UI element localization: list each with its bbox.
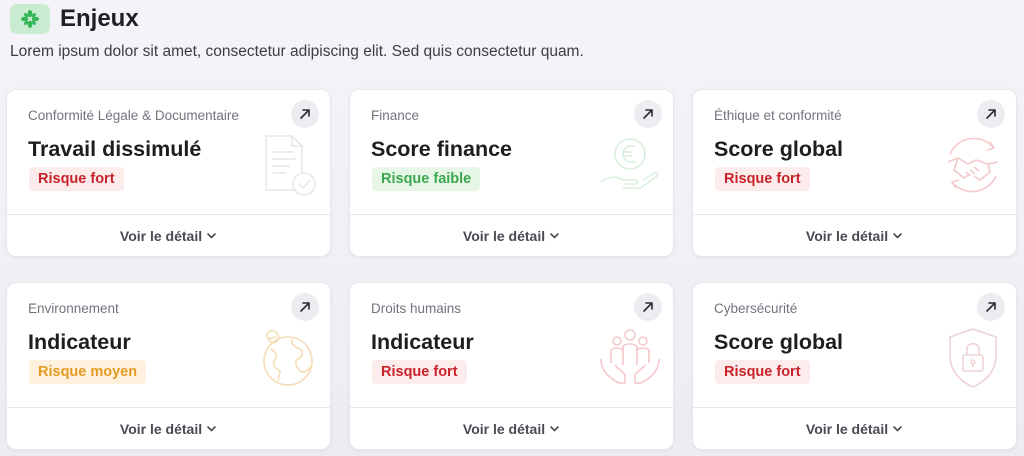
view-detail-button[interactable]: Voir le détail bbox=[350, 214, 673, 256]
page-title: Enjeux bbox=[60, 5, 139, 32]
people-hands-icon bbox=[600, 329, 660, 384]
chevron-down-icon bbox=[892, 230, 903, 241]
open-arrow-icon[interactable] bbox=[977, 293, 1005, 321]
risk-card-environnement[interactable]: Environnement Indicateur Risque moyen Vo… bbox=[6, 282, 331, 450]
card-title: Score global bbox=[714, 137, 844, 161]
chevron-down-icon bbox=[549, 230, 560, 241]
open-arrow-icon[interactable] bbox=[634, 100, 662, 128]
card-category: Finance bbox=[371, 108, 420, 123]
risk-badge: Risque fort bbox=[715, 167, 810, 191]
view-detail-label: Voir le détail bbox=[805, 227, 889, 244]
view-detail-label: Voir le détail bbox=[805, 420, 889, 437]
open-arrow-icon[interactable] bbox=[291, 100, 319, 128]
handshake-icon bbox=[947, 137, 999, 193]
view-detail-button[interactable]: Voir le détail bbox=[693, 407, 1016, 449]
risk-badge: Risque fort bbox=[715, 360, 810, 384]
open-arrow-icon[interactable] bbox=[291, 293, 319, 321]
card-title: Indicateur bbox=[28, 330, 131, 354]
risk-badge: Risque faible bbox=[372, 167, 481, 191]
view-detail-label: Voir le détail bbox=[462, 227, 546, 244]
view-detail-label: Voir le détail bbox=[119, 227, 203, 244]
risk-card-ethique-score-global[interactable]: Éthique et conformité Score global Risqu… bbox=[692, 89, 1017, 257]
chevron-down-icon bbox=[892, 423, 903, 434]
page-subtitle: Lorem ipsum dolor sit amet, consectetur … bbox=[10, 43, 584, 60]
card-title: Travail dissimulé bbox=[28, 137, 202, 161]
risk-badge: Risque fort bbox=[29, 167, 124, 191]
open-arrow-icon[interactable] bbox=[977, 100, 1005, 128]
card-title: Score global bbox=[714, 330, 844, 354]
view-detail-label: Voir le détail bbox=[119, 420, 203, 437]
card-category: Conformité Légale & Documentaire bbox=[28, 108, 239, 123]
page-header: Enjeux bbox=[10, 4, 139, 34]
risk-cards-grid: Conformité Légale & Documentaire Travail… bbox=[6, 89, 1017, 450]
euro-hand-icon bbox=[600, 138, 659, 189]
view-detail-button[interactable]: Voir le détail bbox=[693, 214, 1016, 256]
card-category: Environnement bbox=[28, 301, 119, 316]
enjeux-logo-icon bbox=[10, 4, 50, 34]
card-category: Droits humains bbox=[371, 301, 462, 316]
risk-card-droits-humains[interactable]: Droits humains Indicateur Risque fort Vo… bbox=[349, 282, 674, 450]
document-check-icon bbox=[265, 135, 316, 196]
risk-card-score-finance[interactable]: Finance Score finance Risque faible Voir… bbox=[349, 89, 674, 257]
risk-card-cybersecurite[interactable]: Cybersécurité Score global Risque fort V… bbox=[692, 282, 1017, 450]
risk-card-travail-dissimule[interactable]: Conformité Légale & Documentaire Travail… bbox=[6, 89, 331, 257]
chevron-down-icon bbox=[549, 423, 560, 434]
risk-badge: Risque moyen bbox=[29, 360, 147, 384]
card-title: Score finance bbox=[371, 137, 512, 161]
open-arrow-icon[interactable] bbox=[634, 293, 662, 321]
risk-badge: Risque fort bbox=[372, 360, 467, 384]
view-detail-label: Voir le détail bbox=[462, 420, 546, 437]
card-title: Indicateur bbox=[371, 330, 474, 354]
globe-leaf-icon bbox=[263, 329, 313, 386]
card-category: Éthique et conformité bbox=[714, 108, 842, 123]
view-detail-button[interactable]: Voir le détail bbox=[7, 407, 330, 449]
view-detail-button[interactable]: Voir le détail bbox=[350, 407, 673, 449]
shield-lock-icon bbox=[949, 328, 997, 388]
card-category: Cybersécurité bbox=[714, 301, 798, 316]
chevron-down-icon bbox=[206, 423, 217, 434]
view-detail-button[interactable]: Voir le détail bbox=[7, 214, 330, 256]
chevron-down-icon bbox=[206, 230, 217, 241]
